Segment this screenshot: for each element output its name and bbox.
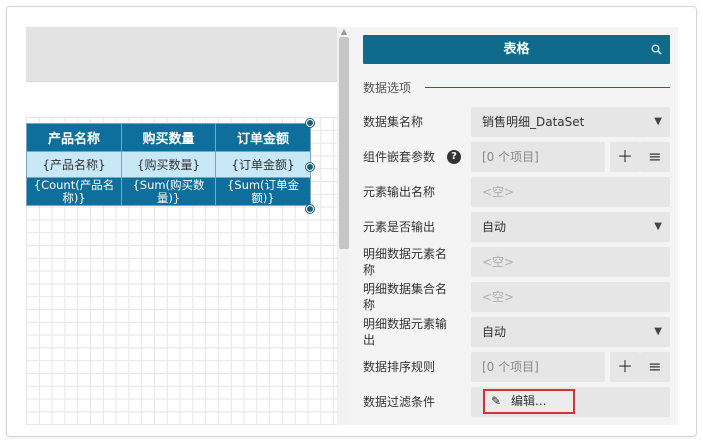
row-dataset: 数据集名称 销售明细_DataSet ▼ [363, 107, 670, 137]
row-element-is-output: 元素是否输出 自动 ▼ [363, 212, 670, 242]
sort-rules-value: [0 个项目] [482, 360, 539, 374]
designer-window: 产品名称 购买数量 订单金额 {产品名称} {购买数量} {订单金额} {Cou… [6, 6, 697, 437]
chevron-down-icon: ▼ [654, 221, 662, 232]
row-detail-element-output: 明细数据元素输出 自动 ▼ [363, 317, 670, 347]
search-icon[interactable] [651, 35, 662, 64]
detail-element-output-select[interactable]: 自动 ▼ [471, 317, 670, 347]
sort-rules-field[interactable]: [0 个项目] [471, 352, 605, 382]
resize-handle-top-right[interactable] [306, 119, 314, 127]
header-cell-amount[interactable]: 订单金额 [215, 123, 311, 152]
canvas-header-band [26, 27, 338, 82]
detail-cell-amount[interactable]: {订单金额} [215, 151, 311, 178]
row-detail-collection-name: 明细数据集合名称 <空> [363, 282, 670, 312]
panel-title-bar: 表格 [363, 35, 670, 64]
header-cell-quantity[interactable]: 购买数量 [121, 123, 216, 152]
summary-cell-quantity[interactable]: {Sum(购买数量)} [121, 177, 216, 206]
filter-edit-label: 编辑... [511, 394, 547, 408]
element-is-output-label: 元素是否输出 [363, 220, 436, 234]
table-detail-row[interactable]: {产品名称} {购买数量} {订单金额} [26, 151, 311, 178]
detail-cell-quantity[interactable]: {购买数量} [121, 151, 216, 178]
nested-params-field[interactable]: [0 个项目] [471, 142, 605, 172]
menu-icon[interactable]: ≡ [640, 352, 670, 382]
detail-collection-name-field[interactable]: <空> [471, 282, 670, 312]
add-icon[interactable]: ＋ [610, 142, 640, 172]
chevron-down-icon: ▼ [654, 116, 662, 127]
row-filter: 数据过滤条件 ✎ 编辑... [363, 387, 670, 417]
detail-collection-name-label: 明细数据集合名称 [363, 282, 448, 312]
design-canvas[interactable]: 产品名称 购买数量 订单金额 {产品名称} {购买数量} {订单金额} {Cou… [26, 27, 338, 425]
filter-edit-button[interactable]: ✎ 编辑... [483, 389, 575, 414]
element-is-output-select[interactable]: 自动 ▼ [471, 212, 670, 242]
panel-title: 表格 [503, 42, 530, 57]
add-icon[interactable]: ＋ [610, 352, 640, 382]
header-cell-product[interactable]: 产品名称 [26, 123, 122, 152]
pencil-icon: ✎ [491, 394, 502, 408]
property-panel: 表格 数据选项 数据集名称 销售明细_DataSet ▼ 组件嵌套参数 ? [0… [351, 27, 678, 425]
report-table[interactable]: 产品名称 购买数量 订单金额 {产品名称} {购买数量} {订单金额} {Cou… [26, 123, 311, 206]
dataset-select[interactable]: 销售明细_DataSet ▼ [471, 107, 670, 137]
section-data-options: 数据选项 [363, 79, 670, 96]
resize-handle-middle-right[interactable] [306, 163, 314, 171]
row-nested-params: 组件嵌套参数 ? [0 个项目] ＋ ≡ [363, 142, 670, 172]
scroll-up-arrow-icon[interactable]: ▲ [337, 27, 351, 37]
table-header-row[interactable]: 产品名称 购买数量 订单金额 [26, 123, 311, 152]
detail-cell-product[interactable]: {产品名称} [26, 151, 122, 178]
dataset-label: 数据集名称 [363, 115, 424, 129]
element-output-name-placeholder: <空> [482, 185, 515, 199]
help-icon[interactable]: ? [447, 150, 461, 164]
nested-params-label: 组件嵌套参数 [363, 150, 436, 164]
detail-element-output-label: 明细数据元素输出 [363, 317, 448, 347]
section-title: 数据选项 [363, 79, 418, 96]
section-divider [425, 87, 670, 88]
row-element-output-name: 元素输出名称 <空> [363, 177, 670, 207]
element-output-name-field[interactable]: <空> [471, 177, 670, 207]
sort-rules-label: 数据排序规则 [363, 360, 436, 374]
table-summary-row[interactable]: {Count(产品名称)} {Sum(购买数量)} {Sum(订单金额)} [26, 177, 311, 206]
detail-element-name-field[interactable]: <空> [471, 247, 670, 277]
resize-handle-bottom-right[interactable] [306, 205, 314, 213]
detail-element-name-placeholder: <空> [482, 255, 515, 269]
nested-params-value: [0 个项目] [482, 150, 539, 164]
row-sort-rules: 数据排序规则 [0 个项目] ＋ ≡ [363, 352, 670, 382]
row-detail-element-name: 明细数据元素名称 <空> [363, 247, 670, 277]
menu-icon[interactable]: ≡ [640, 142, 670, 172]
chevron-down-icon: ▼ [654, 326, 662, 337]
detail-collection-name-placeholder: <空> [482, 290, 515, 304]
dataset-value: 销售明细_DataSet [482, 115, 585, 129]
element-is-output-value: 自动 [482, 220, 507, 234]
summary-cell-amount[interactable]: {Sum(订单金额)} [215, 177, 311, 206]
scrollbar-thumb[interactable] [339, 37, 349, 249]
detail-element-name-label: 明细数据元素名称 [363, 247, 448, 277]
summary-cell-product[interactable]: {Count(产品名称)} [26, 177, 122, 206]
canvas-scrollbar[interactable]: ▲ [337, 27, 351, 425]
filter-label: 数据过滤条件 [363, 395, 436, 409]
detail-element-output-value: 自动 [482, 325, 507, 339]
element-output-name-label: 元素输出名称 [363, 185, 436, 199]
